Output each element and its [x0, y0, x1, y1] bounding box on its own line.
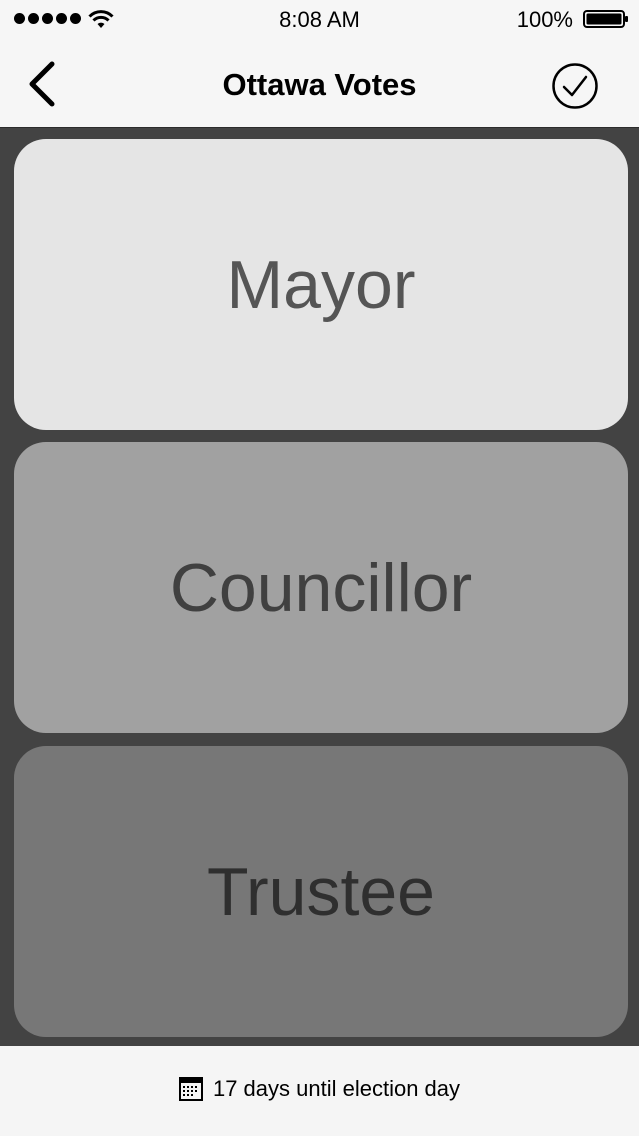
calendar-icon: [178, 1077, 203, 1101]
check-circle-icon: [552, 63, 598, 109]
page-title: Ottawa Votes: [222, 67, 417, 102]
election-countdown-text: 17 days until election day: [212, 1076, 461, 1101]
election-countdown-bar: 17 days until election day: [0, 1046, 639, 1136]
mayor-card[interactable]: Mayor: [14, 139, 628, 430]
battery-percent: 100%: [516, 7, 573, 32]
confirm-button[interactable]: [551, 62, 599, 110]
trustee-card[interactable]: Trustee: [14, 746, 628, 1037]
councillor-card[interactable]: Councillor: [14, 442, 628, 733]
councillor-label: Councillor: [169, 549, 473, 626]
mayor-label: Mayor: [226, 246, 416, 323]
battery-icon: [583, 10, 628, 28]
status-bar: 8:08 AM 100%: [0, 0, 639, 40]
trustee-label: Trustee: [206, 853, 435, 930]
navigation-bar: Ottawa Votes: [0, 40, 639, 128]
